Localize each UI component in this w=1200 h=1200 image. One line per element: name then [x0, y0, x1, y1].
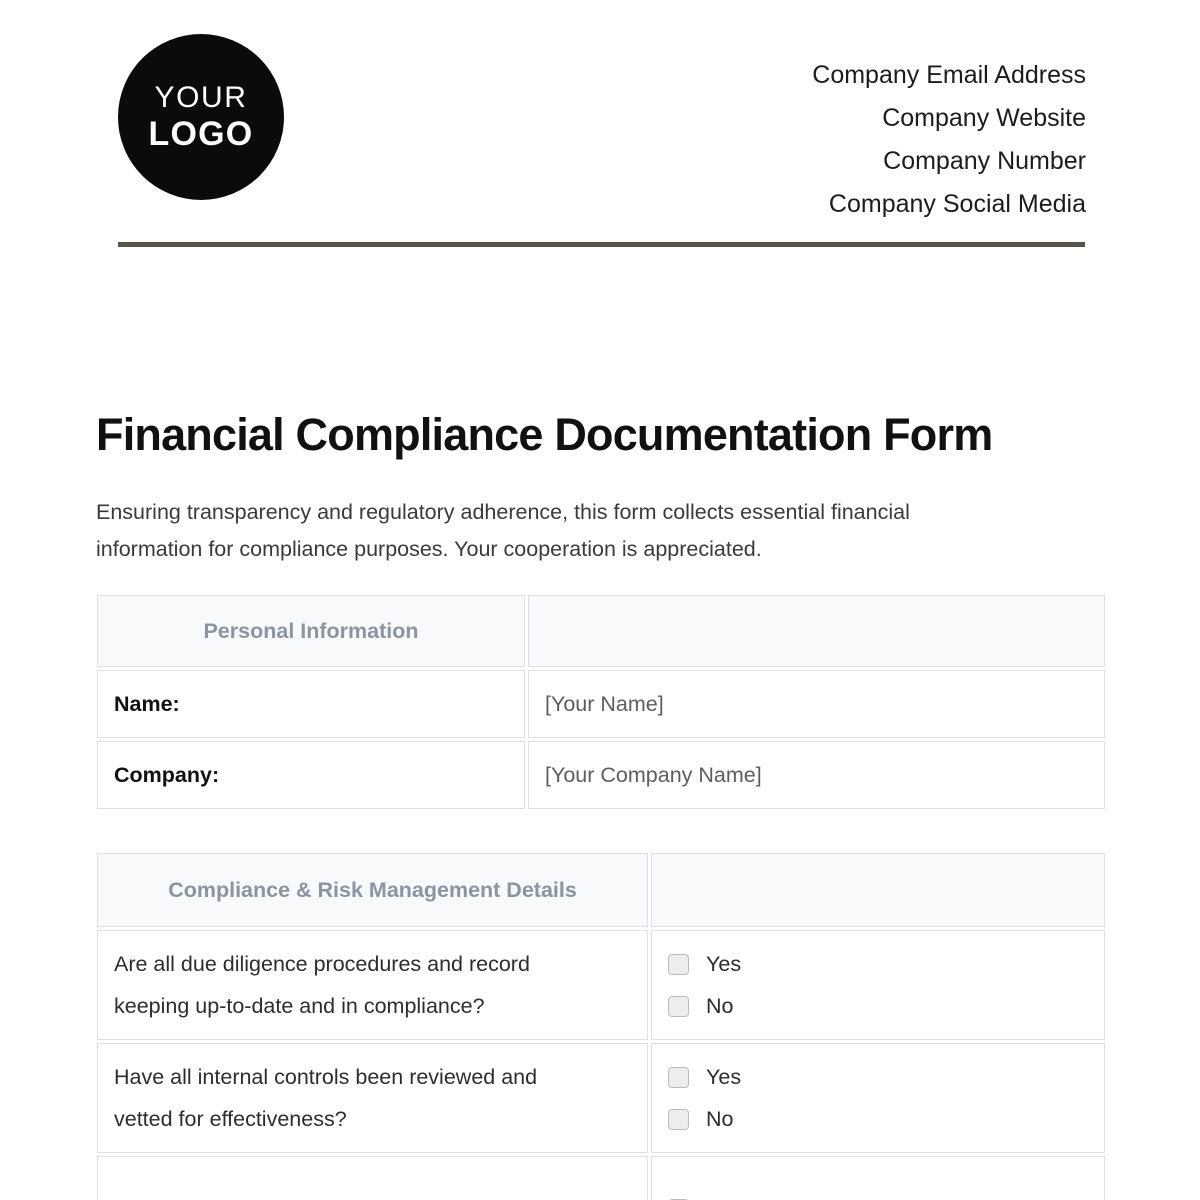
- contact-number: Company Number: [883, 147, 1086, 175]
- question-1-option-yes[interactable]: Yes: [668, 943, 1088, 985]
- name-label: Name:: [97, 670, 525, 738]
- question-3-answers: Yes: [651, 1156, 1105, 1200]
- company-logo: YOUR LOGO: [118, 34, 284, 200]
- personal-information-section-header: Personal Information: [97, 595, 525, 667]
- logo-text-logo: LOGO: [148, 115, 254, 153]
- question-1-answers: Yes No: [651, 930, 1105, 1040]
- question-3-option-yes-label: Yes: [706, 1197, 741, 1200]
- question-2-option-yes[interactable]: Yes: [668, 1056, 1088, 1098]
- personal-information-table: Personal Information Name: [Your Name] C…: [94, 592, 1108, 812]
- question-1-line-1: Are all due diligence procedures and rec…: [114, 952, 530, 976]
- question-1-option-no[interactable]: No: [668, 985, 1088, 1027]
- document-page: YOUR LOGO Company Email Address Company …: [0, 0, 1200, 1200]
- question-1-text: Are all due diligence procedures and rec…: [97, 930, 648, 1040]
- checkbox-icon[interactable]: [668, 1108, 689, 1130]
- table-row: Compliance & Risk Management Details: [97, 853, 1105, 927]
- table-row: Are all due diligence procedures and rec…: [97, 930, 1105, 1040]
- question-2-line-2: vetted for effectiveness?: [114, 1107, 347, 1131]
- table-row: Personal Information: [97, 595, 1105, 667]
- question-1-line-2: keeping up-to-date and in compliance?: [114, 994, 485, 1018]
- checkbox-icon[interactable]: [668, 1066, 689, 1088]
- contact-email-address: Company Email Address: [812, 61, 1086, 89]
- logo-text-your: YOUR: [154, 81, 248, 114]
- intro-line-2: information for compliance purposes. You…: [96, 537, 762, 561]
- checkbox-icon[interactable]: [668, 953, 689, 975]
- contact-social-media: Company Social Media: [828, 190, 1086, 218]
- question-3-text: Are all reporting requirements met?: [97, 1156, 648, 1200]
- question-1-option-yes-label: Yes: [706, 951, 742, 976]
- question-3-option-yes[interactable]: Yes: [668, 1188, 1088, 1200]
- question-2-text: Have all internal controls been reviewed…: [97, 1043, 648, 1153]
- contact-website: Company Website: [882, 104, 1086, 132]
- intro-line-1: Ensuring transparency and regulatory adh…: [96, 500, 910, 524]
- intro-paragraph: Ensuring transparency and regulatory adh…: [96, 494, 1104, 568]
- compliance-header-spacer: [651, 853, 1105, 927]
- table-row: Have all internal controls been reviewed…: [97, 1043, 1105, 1153]
- compliance-risk-management-table: Compliance & Risk Management Details Are…: [94, 850, 1108, 1200]
- document-header: YOUR LOGO Company Email Address Company …: [118, 34, 1086, 218]
- page-title: Financial Compliance Documentation Form: [96, 409, 993, 460]
- table-row: Name: [Your Name]: [97, 670, 1105, 738]
- question-2-line-1: Have all internal controls been reviewed…: [114, 1065, 538, 1089]
- personal-information-header-spacer: [528, 595, 1105, 667]
- question-2-option-no[interactable]: No: [668, 1098, 1088, 1140]
- company-field[interactable]: [Your Company Name]: [528, 741, 1105, 809]
- company-contact-block: Company Email Address Company Website Co…: [812, 34, 1086, 226]
- question-3-line-1: Are all reporting requirements met?: [114, 1188, 631, 1200]
- compliance-section-header: Compliance & Risk Management Details: [97, 853, 648, 927]
- question-2-option-yes-label: Yes: [706, 1064, 742, 1089]
- question-1-option-no-label: No: [706, 993, 734, 1018]
- question-2-answers: Yes No: [651, 1043, 1105, 1153]
- name-field[interactable]: [Your Name]: [528, 670, 1105, 738]
- company-label: Company:: [97, 741, 525, 809]
- table-row: Company: [Your Company Name]: [97, 741, 1105, 809]
- header-divider-rule: [118, 242, 1085, 247]
- question-2-option-no-label: No: [706, 1106, 734, 1131]
- checkbox-icon[interactable]: [668, 995, 689, 1017]
- table-row: Are all reporting requirements met? Yes: [97, 1156, 1105, 1200]
